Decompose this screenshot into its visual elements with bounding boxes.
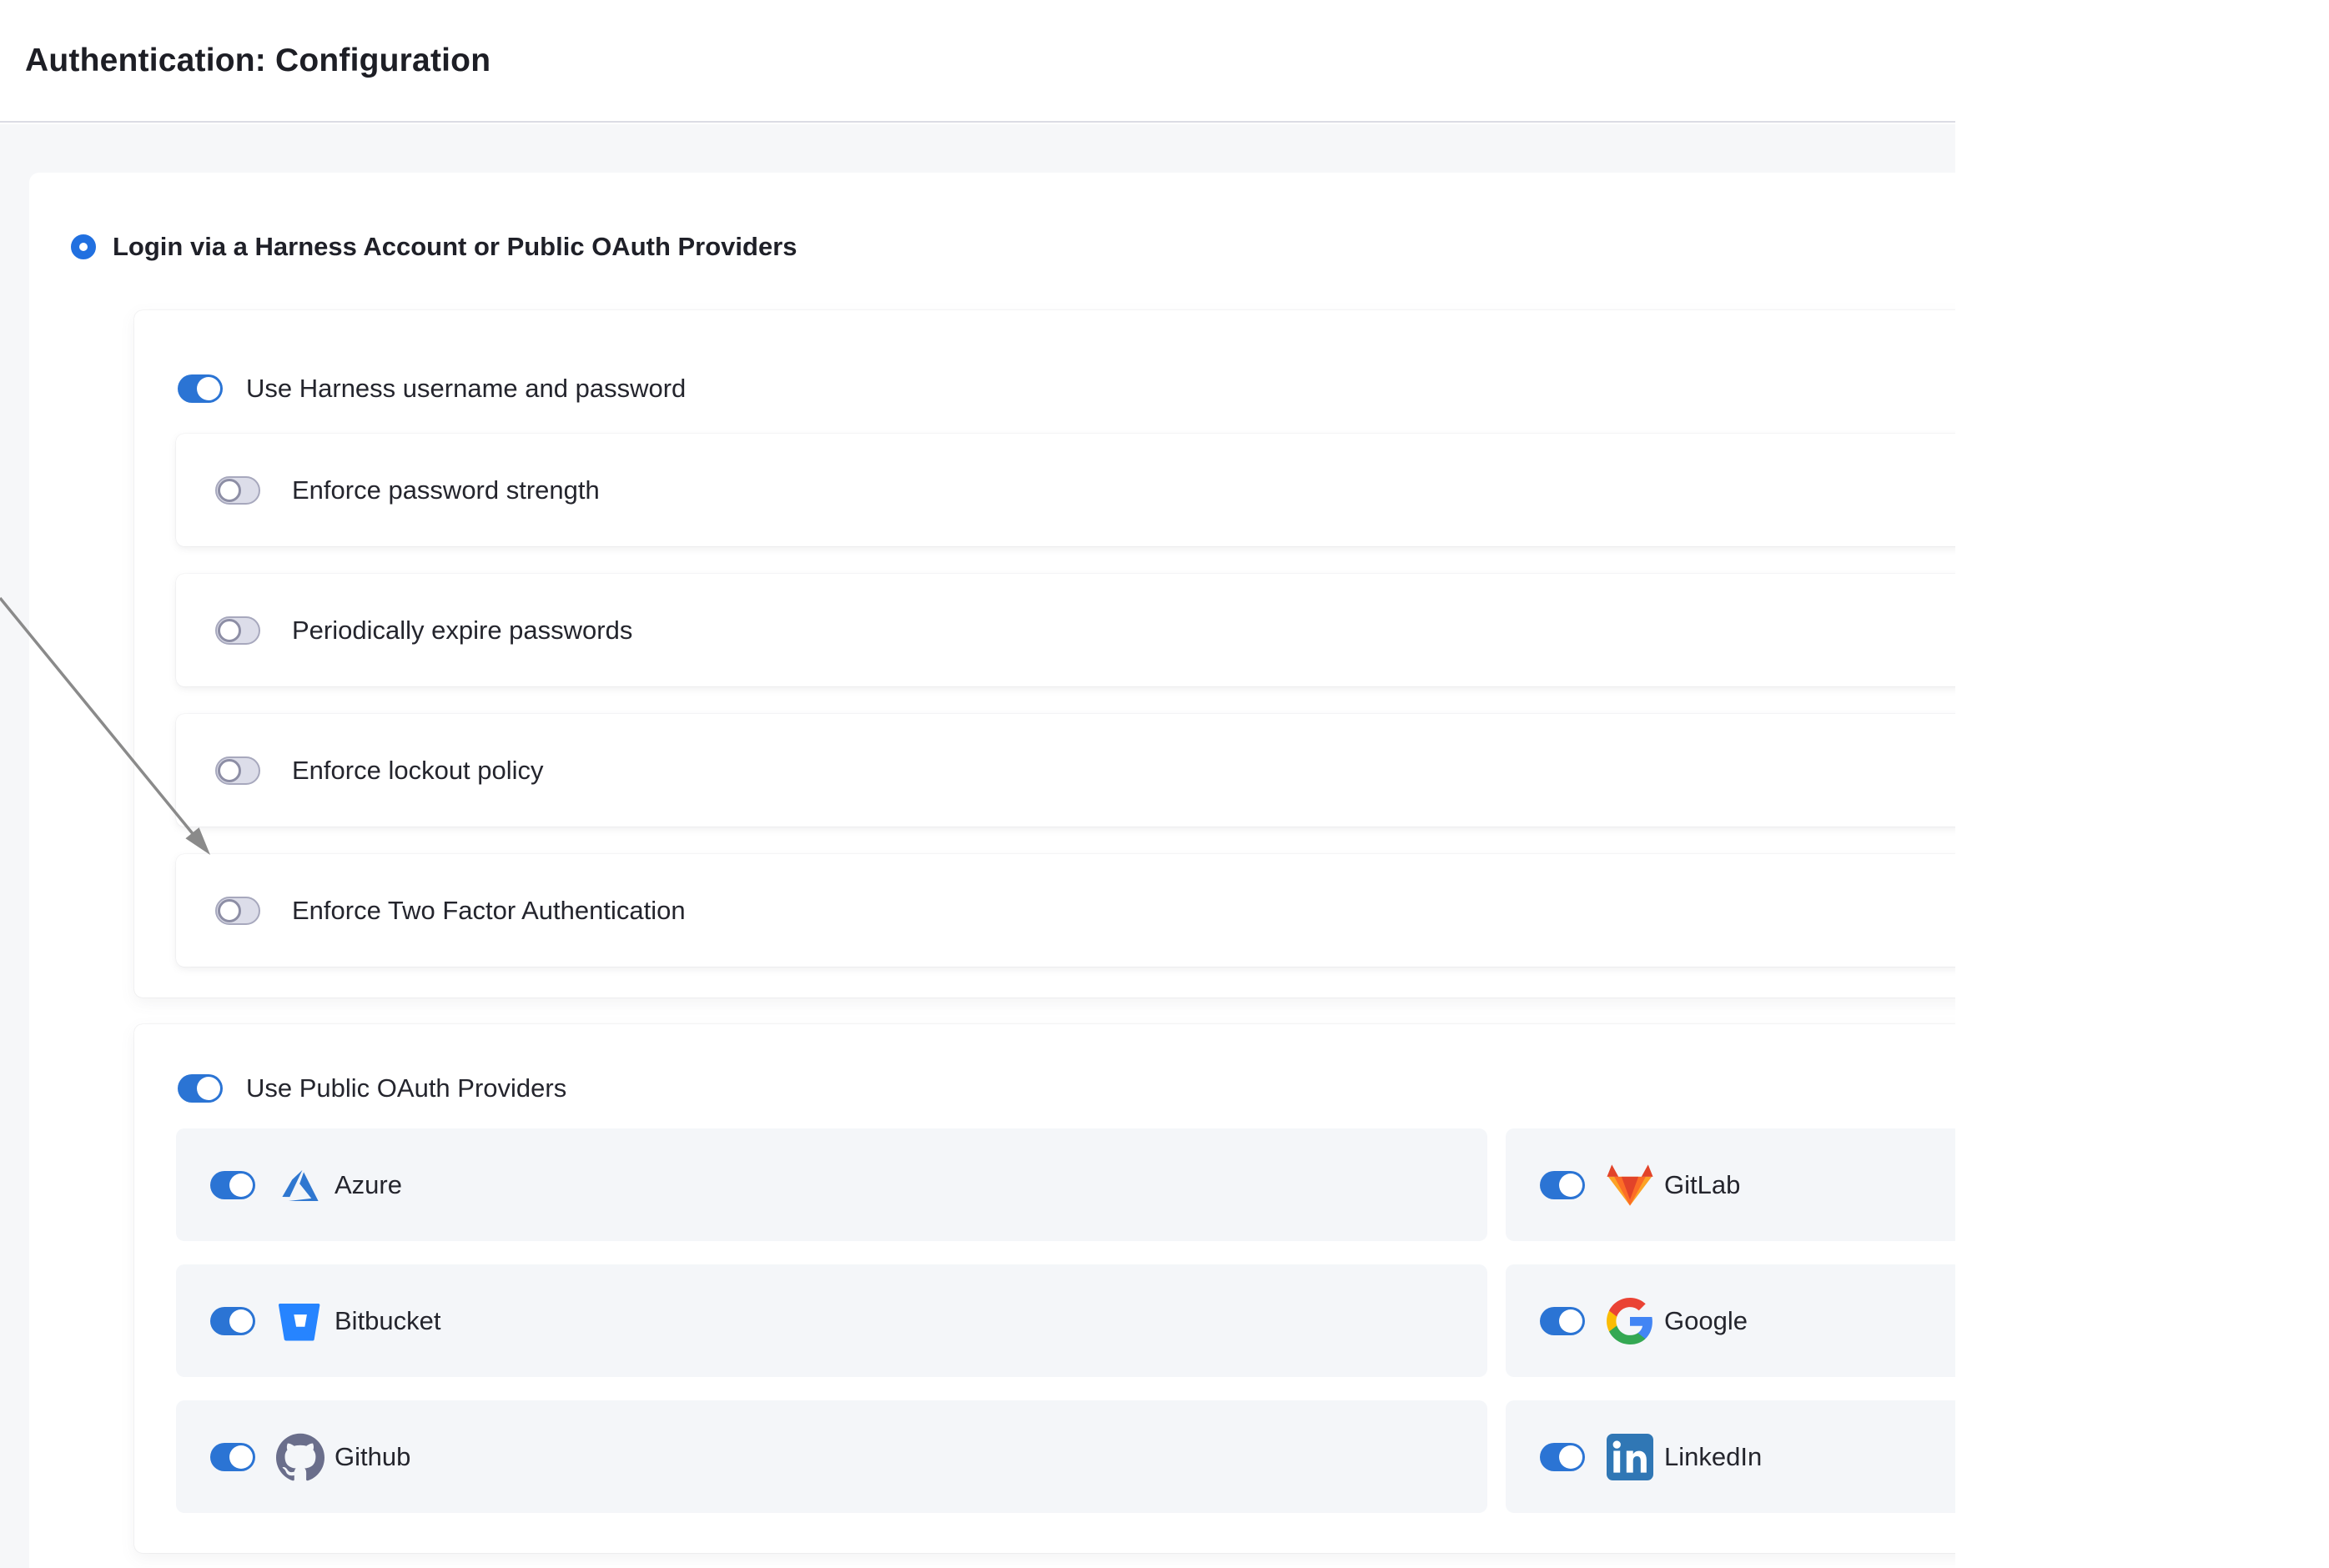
provider-label: Google [1664,1306,1748,1336]
enforce-lockout-policy-toggle[interactable] [215,756,260,785]
github-toggle[interactable] [210,1443,255,1471]
provider-row-github: Github [176,1400,1487,1513]
option-row-password-strength: Enforce password strength [176,434,1955,546]
use-public-oauth-toggle[interactable] [178,1074,223,1103]
provider-row-azure: Azure [176,1128,1487,1241]
login-method-radio-selected[interactable] [71,234,96,259]
use-harness-username-toggle[interactable] [178,374,223,403]
login-method-radio-label: Login via a Harness Account or Public OA… [113,232,797,262]
provider-label: Azure [335,1170,402,1200]
provider-row-google: Google [1506,1264,1955,1377]
toggle-knob [218,619,241,642]
enforce-two-factor-authentication-toggle[interactable] [215,897,260,925]
toggle-knob [197,377,220,400]
provider-label: LinkedIn [1664,1442,1762,1472]
enforce-two-factor-authentication-label: Enforce Two Factor Authentication [292,896,686,926]
provider-label: Github [335,1442,410,1472]
toggle-knob [229,1309,253,1333]
toggle-knob [229,1173,253,1197]
linkedin-icon [1605,1432,1655,1482]
authentication-configuration-page: Authentication: Configuration Login via … [0,0,1955,1568]
use-public-oauth-row: Use Public OAuth Providers [178,1073,566,1103]
enforce-password-strength-toggle[interactable] [215,476,260,505]
option-row-two-factor-auth: Enforce Two Factor Authentication [176,854,1955,967]
bitbucket-icon [275,1296,325,1346]
provider-row-linkedin: LinkedIn [1506,1400,1955,1513]
toggle-knob [218,899,241,922]
use-harness-username-label: Use Harness username and password [246,374,686,404]
option-row-lockout-policy: Enforce lockout policy [176,714,1955,827]
provider-label: GitLab [1664,1170,1740,1200]
option-row-expire-passwords: Periodically expire passwords [176,574,1955,686]
provider-row-gitlab: GitLab [1506,1128,1955,1241]
toggle-knob [197,1077,220,1100]
provider-label: Bitbucket [335,1306,441,1336]
azure-toggle[interactable] [210,1171,255,1199]
periodically-expire-passwords-label: Periodically expire passwords [292,616,632,646]
login-method-radio-row: Login via a Harness Account or Public OA… [71,232,797,262]
linkedin-toggle[interactable] [1540,1443,1585,1471]
toggle-knob [218,479,241,502]
bitbucket-toggle[interactable] [210,1307,255,1335]
oauth-providers-grid: Azure GitLab [176,1128,1955,1513]
page-title: Authentication: Configuration [25,43,490,79]
toggle-knob [1559,1445,1582,1469]
toggle-knob [1559,1173,1582,1197]
google-icon [1605,1296,1655,1346]
gitlab-toggle[interactable] [1540,1171,1585,1199]
provider-row-bitbucket: Bitbucket [176,1264,1487,1377]
toggle-knob [229,1445,253,1469]
github-icon [275,1432,325,1482]
gitlab-icon [1605,1160,1655,1210]
toggle-knob [218,759,241,782]
use-harness-username-row: Use Harness username and password [178,374,686,404]
google-toggle[interactable] [1540,1307,1585,1335]
periodically-expire-passwords-toggle[interactable] [215,616,260,645]
toggle-knob [1559,1309,1582,1333]
page-header: Authentication: Configuration [0,0,1955,123]
azure-icon [275,1160,325,1210]
use-public-oauth-label: Use Public OAuth Providers [246,1073,566,1103]
enforce-lockout-policy-label: Enforce lockout policy [292,756,544,786]
enforce-password-strength-label: Enforce password strength [292,475,600,505]
